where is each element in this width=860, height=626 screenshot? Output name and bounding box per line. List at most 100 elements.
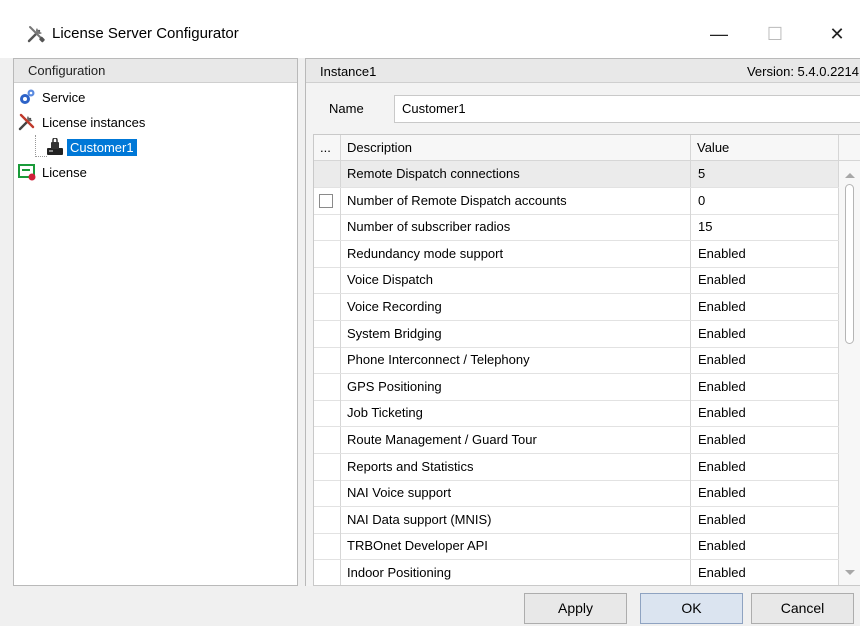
row-selector[interactable] [314,267,341,294]
radio-lock-icon [47,138,63,155]
row-selector[interactable] [314,453,341,480]
value-cell[interactable]: 5 [691,161,839,187]
row-selector[interactable] [314,187,341,214]
table-row[interactable]: Redundancy mode support Enabled [314,240,860,268]
value-cell[interactable]: Enabled [691,373,839,400]
value-cell[interactable]: Enabled [691,347,839,374]
tree-item-service[interactable]: Service [18,86,88,108]
table-row[interactable]: NAI Data support (MNIS) Enabled [314,506,860,534]
instance-header: Instance1 Version: 5.4.0.2214 [306,59,860,83]
value-cell[interactable]: Enabled [691,560,839,585]
row-selector[interactable] [314,373,341,400]
ok-button[interactable]: OK [640,593,743,624]
value-cell[interactable]: Enabled [691,400,839,427]
description-cell: NAI Data support (MNIS) [341,506,691,533]
vertical-scrollbar[interactable] [839,161,860,585]
column-header-selector[interactable]: ... [314,135,341,160]
table-row[interactable]: Indoor Positioning Enabled [314,560,860,585]
description-cell: Remote Dispatch connections [341,161,691,187]
table-row[interactable]: Route Management / Guard Tour Enabled [314,427,860,454]
minimize-button[interactable]: — [696,14,742,54]
row-selector[interactable] [314,480,341,507]
table-row[interactable]: TRBOnet Developer API Enabled [314,533,860,561]
description-cell: Voice Recording [341,294,691,320]
row-checkbox[interactable] [319,193,333,208]
tree-item-label: License instances [42,114,146,130]
name-label: Name [329,101,364,116]
description-cell: Voice Dispatch [341,267,691,294]
row-selector[interactable] [314,320,341,347]
row-selector[interactable] [314,214,341,241]
table-row[interactable]: Number of Remote Dispatch accounts 0 [314,187,860,215]
configuration-panel: Configuration Service License instances … [13,58,298,586]
name-input[interactable]: Customer1 [394,95,860,123]
column-header-value[interactable]: Value [691,135,839,160]
table-row[interactable]: Voice Recording Enabled [314,294,860,321]
tree-connector [35,135,36,157]
description-cell: System Bridging [341,320,691,347]
description-cell: NAI Voice support [341,480,691,507]
description-cell: Job Ticketing [341,400,691,427]
table-row[interactable]: NAI Voice support Enabled [314,480,860,508]
value-cell[interactable]: Enabled [691,240,839,267]
version-label: Version: 5.4.0.2214 [746,64,859,79]
row-selector[interactable] [314,560,341,585]
table-row[interactable]: System Bridging Enabled [314,320,860,348]
value-cell[interactable]: Enabled [691,294,839,320]
maximize-button[interactable]: ☐ [752,14,798,54]
row-selector[interactable] [314,533,341,560]
cancel-button[interactable]: Cancel [751,593,854,624]
tools-icon [27,26,45,43]
row-selector[interactable] [314,400,341,427]
table-row[interactable]: Voice Dispatch Enabled [314,267,860,295]
value-cell[interactable]: Enabled [691,506,839,533]
row-selector[interactable] [314,347,341,374]
description-cell: Route Management / Guard Tour [341,427,691,453]
table-row[interactable]: Job Ticketing Enabled [314,400,860,428]
table-row[interactable]: Remote Dispatch connections 5 [314,161,860,188]
column-header-description[interactable]: Description [341,135,691,160]
tree-item-label: Service [42,89,86,105]
tree-item-customer1[interactable]: Customer1 [46,136,137,158]
description-cell: TRBOnet Developer API [341,533,691,560]
value-cell[interactable]: Enabled [691,267,839,294]
scroll-down-arrow-icon[interactable] [845,570,855,575]
description-cell: Redundancy mode support [341,240,691,267]
row-selector[interactable] [314,161,341,187]
tree-item-license-instances[interactable]: License instances [18,111,148,133]
value-cell[interactable]: Enabled [691,320,839,347]
tree-item-label: Customer1 [67,138,137,156]
value-cell[interactable]: 15 [691,214,839,241]
table-row[interactable]: Number of subscriber radios 15 [314,214,860,242]
row-selector[interactable] [314,506,341,533]
tree-item-license[interactable]: License [18,161,90,183]
instance-title: Instance1 [320,64,377,79]
row-selector[interactable] [314,294,341,320]
description-cell: GPS Positioning [341,373,691,400]
title-bar: License Server Configurator — ☐ ✕ [0,0,860,58]
scroll-up-arrow-icon[interactable] [845,173,855,178]
table-row[interactable]: Reports and Statistics Enabled [314,453,860,481]
row-selector[interactable] [314,427,341,453]
description-cell: Phone Interconnect / Telephony [341,347,691,374]
table-row[interactable]: GPS Positioning Enabled [314,373,860,401]
value-cell[interactable]: Enabled [691,453,839,480]
scroll-thumb[interactable] [845,184,854,344]
value-cell[interactable]: Enabled [691,480,839,507]
gears-icon [20,89,35,104]
instance-panel: Instance1 Version: 5.4.0.2214 Name Custo… [305,58,860,586]
table-row[interactable]: Phone Interconnect / Telephony Enabled [314,347,860,375]
license-icon [18,164,36,181]
tools-icon [18,113,35,131]
value-cell[interactable]: 0 [691,187,839,214]
tree-item-label: License [42,164,87,180]
configuration-header: Configuration [14,59,297,83]
apply-button[interactable]: Apply [524,593,627,624]
grid-header: ... Description Value [314,135,860,161]
description-cell: Reports and Statistics [341,453,691,480]
value-cell[interactable]: Enabled [691,427,839,453]
close-button[interactable]: ✕ [814,14,860,54]
value-cell[interactable]: Enabled [691,533,839,560]
row-selector[interactable] [314,240,341,267]
license-grid: ... Description Value Remote Dispatch co… [313,134,860,586]
